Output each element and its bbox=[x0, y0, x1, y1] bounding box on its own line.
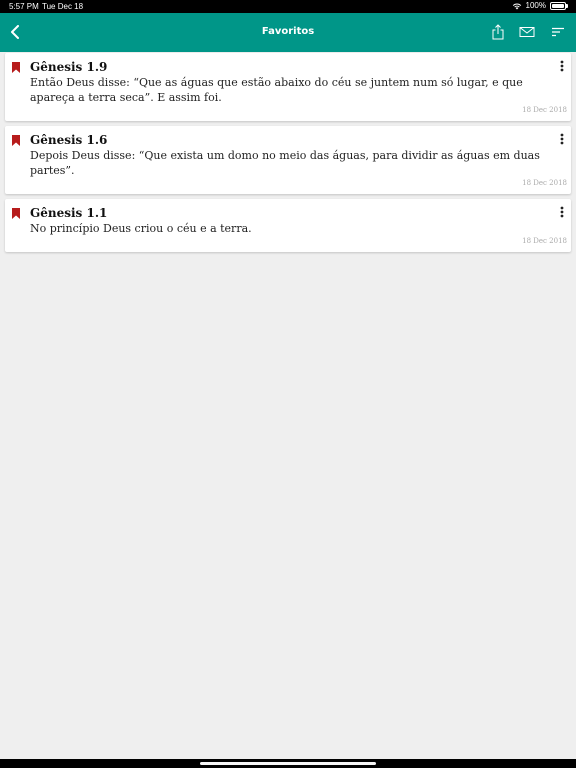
favorite-card[interactable]: Gênesis 1.1 No princípio Deus criou o cé… bbox=[5, 199, 571, 252]
battery-fill bbox=[552, 3, 564, 8]
sort-icon bbox=[552, 27, 564, 37]
more-vertical-icon bbox=[560, 206, 564, 218]
bookmark-icon bbox=[12, 208, 20, 219]
status-time: 5:57 PM bbox=[9, 2, 39, 11]
more-vertical-icon bbox=[560, 60, 564, 72]
sort-button[interactable] bbox=[547, 21, 569, 43]
favorite-card[interactable]: Gênesis 1.6 Depois Deus disse: “Que exis… bbox=[5, 126, 571, 194]
nav-bar: Favoritos bbox=[0, 13, 576, 52]
verse-reference: Gênesis 1.6 bbox=[30, 133, 108, 147]
battery-icon bbox=[550, 1, 568, 10]
battery-percent: 100% bbox=[525, 1, 546, 10]
more-vertical-icon bbox=[560, 133, 564, 145]
verse-reference: Gênesis 1.9 bbox=[30, 60, 108, 74]
mail-icon bbox=[519, 27, 535, 37]
verse-text: Depois Deus disse: “Que exista um domo n… bbox=[30, 149, 540, 177]
verse-text: No princípio Deus criou o céu e a terra. bbox=[30, 222, 252, 235]
status-right: 100% bbox=[512, 1, 568, 10]
favorites-list: Gênesis 1.9 Então Deus disse: “Que as ág… bbox=[5, 53, 571, 257]
bookmark-icon bbox=[12, 135, 20, 146]
verse-reference: Gênesis 1.1 bbox=[30, 206, 108, 220]
bookmark-icon bbox=[12, 62, 20, 73]
wifi-icon bbox=[512, 2, 521, 9]
status-bar: 5:57 PM Tue Dec 18 100% bbox=[0, 0, 576, 13]
more-options-button[interactable] bbox=[556, 59, 568, 73]
status-date: Tue Dec 18 bbox=[42, 2, 84, 11]
more-options-button[interactable] bbox=[556, 205, 568, 219]
home-indicator-bar[interactable] bbox=[200, 762, 376, 765]
share-button[interactable] bbox=[487, 21, 509, 43]
favorite-date: 18 Dec 2018 bbox=[522, 179, 567, 187]
favorite-card[interactable]: Gênesis 1.9 Então Deus disse: “Que as ág… bbox=[5, 53, 571, 121]
favorite-date: 18 Dec 2018 bbox=[522, 106, 567, 114]
favorite-date: 18 Dec 2018 bbox=[522, 237, 567, 245]
verse-text: Então Deus disse: “Que as águas que estã… bbox=[30, 76, 523, 104]
home-indicator bbox=[0, 759, 576, 768]
mail-button[interactable] bbox=[516, 21, 538, 43]
more-options-button[interactable] bbox=[556, 132, 568, 146]
share-icon bbox=[492, 24, 504, 40]
